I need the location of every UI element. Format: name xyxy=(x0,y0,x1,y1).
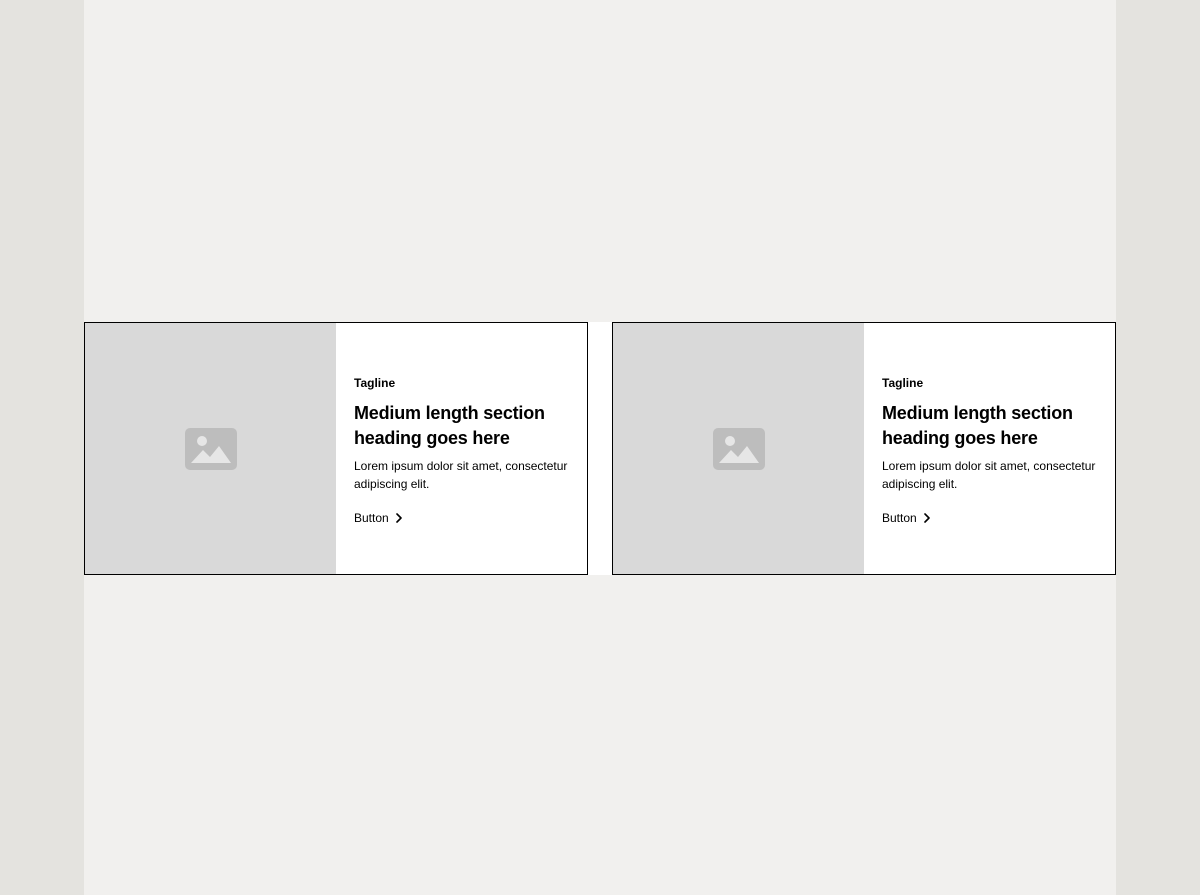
card-tagline: Tagline xyxy=(354,376,396,390)
card-body: Lorem ipsum dolor sit amet, consectetur … xyxy=(882,459,1096,491)
card-button-label: Button xyxy=(882,511,917,525)
card-image xyxy=(85,323,336,574)
card-button[interactable]: Button xyxy=(882,510,931,526)
card-heading: Medium length section heading goes here xyxy=(354,403,545,448)
page: Tagline Medium length section heading go… xyxy=(84,0,1116,895)
card-image xyxy=(613,323,864,574)
card-heading: Medium length section heading goes here xyxy=(882,403,1073,448)
image-placeholder-icon xyxy=(184,427,237,470)
card-button[interactable]: Button xyxy=(354,510,403,526)
cards-row: Tagline Medium length section heading go… xyxy=(84,322,1116,575)
chevron-right-icon xyxy=(923,513,930,523)
card-content: Tagline Medium length section heading go… xyxy=(864,323,1115,574)
card-gap xyxy=(588,322,612,575)
feature-card: Tagline Medium length section heading go… xyxy=(612,322,1116,575)
card-content: Tagline Medium length section heading go… xyxy=(336,323,587,574)
card-tagline: Tagline xyxy=(882,376,924,390)
chevron-right-icon xyxy=(395,513,402,523)
card-button-label: Button xyxy=(354,511,389,525)
feature-card: Tagline Medium length section heading go… xyxy=(84,322,588,575)
image-placeholder-icon xyxy=(712,427,765,470)
card-body: Lorem ipsum dolor sit amet, consectetur … xyxy=(354,459,568,491)
